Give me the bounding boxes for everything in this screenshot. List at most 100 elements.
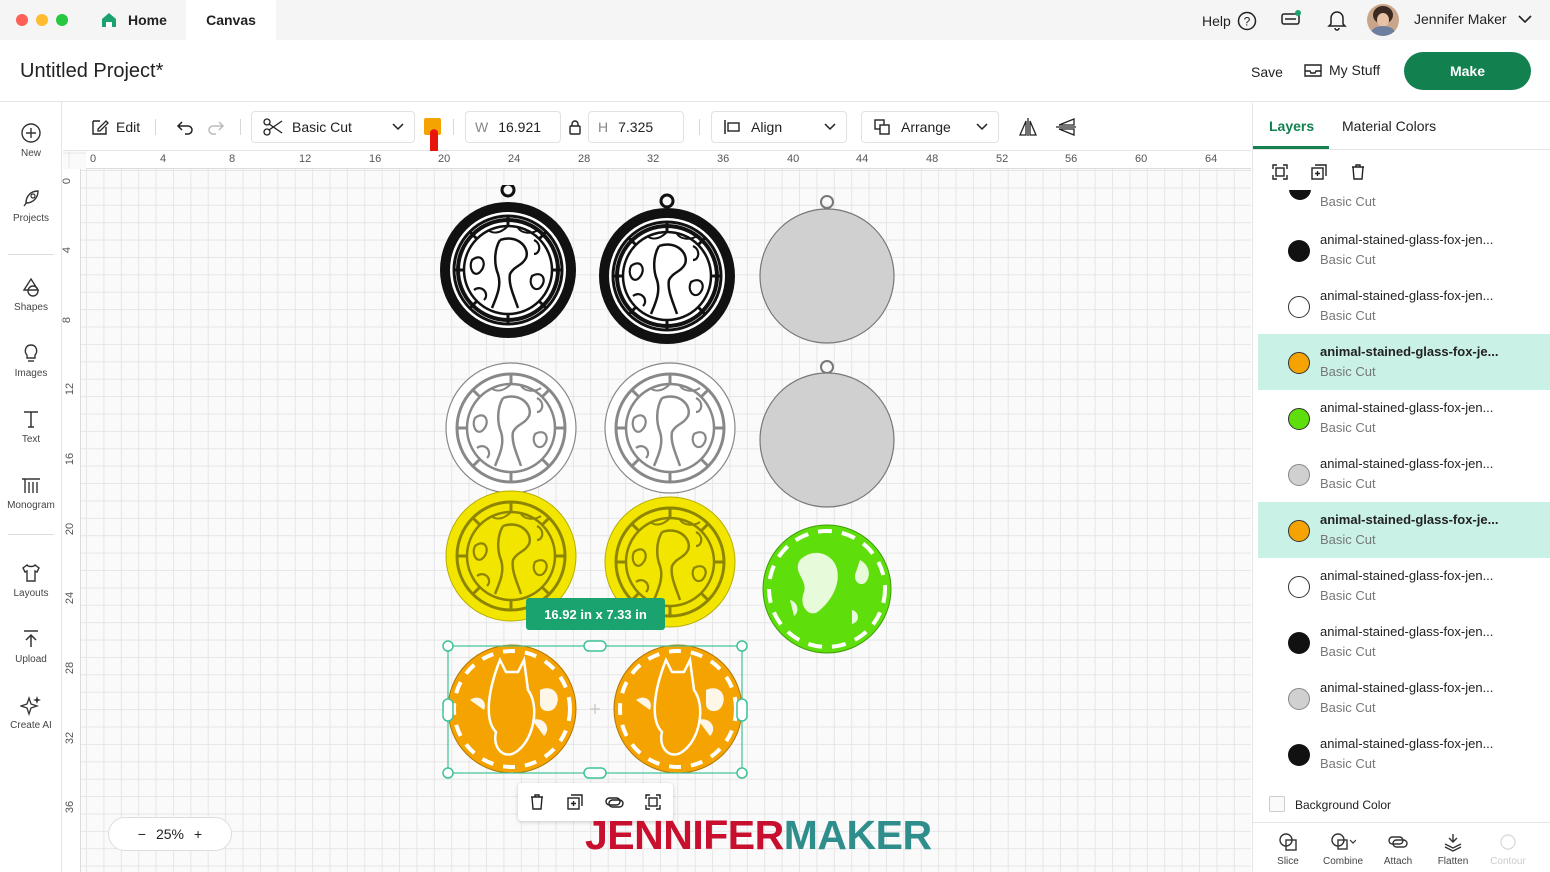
list-item[interactable]: animal-stained-glass-fox-jen... Basic Cut: [1258, 390, 1550, 446]
slice-icon: [1279, 833, 1297, 851]
ruler-tick-label: 44: [856, 153, 869, 165]
layer-thumbnail: [1288, 576, 1310, 598]
list-item[interactable]: animal-stained-glass-fox-je... Basic Cut: [1258, 502, 1550, 558]
ruler-tick-label: 20: [438, 153, 451, 165]
flip-vertical-icon[interactable]: [1055, 117, 1077, 137]
attach-button[interactable]: Attach: [1373, 832, 1423, 867]
sidebar-item-text[interactable]: Text: [0, 408, 62, 445]
list-item[interactable]: animal-stained-glass-fox-jen... Basic Cut: [1258, 222, 1550, 278]
layer-name: animal-stained-glass-fox-je...: [1320, 344, 1499, 359]
undo-icon[interactable]: [175, 117, 195, 137]
close-window-button[interactable]: [16, 14, 28, 26]
operation-select[interactable]: Basic Cut: [251, 111, 415, 143]
tab-home[interactable]: Home: [86, 0, 186, 40]
tab-canvas[interactable]: Canvas: [186, 0, 276, 40]
maximize-window-button[interactable]: [56, 14, 68, 26]
layer-sub: Basic Cut: [1320, 194, 1376, 209]
machine-icon[interactable]: [1280, 9, 1302, 29]
contour-button[interactable]: Contour: [1483, 832, 1533, 867]
tab-layers[interactable]: Layers: [1269, 118, 1314, 134]
list-item[interactable]: animal-stained-glass-fox-je... Basic Cut: [1258, 334, 1550, 390]
ornament-black-1[interactable]: [440, 185, 576, 338]
layer-thumbnail: [1288, 240, 1310, 262]
list-item[interactable]: animal-stained-glass-fox-jen... Basic Cut: [1258, 558, 1550, 614]
list-item[interactable]: animal-stained-glass-fox-jen... Basic Cut: [1258, 278, 1550, 334]
layer-thumbnail: [1288, 352, 1310, 374]
width-field[interactable]: W 16.921: [465, 111, 561, 143]
flip-horizontal-icon[interactable]: [1017, 117, 1039, 137]
ornament-orange-2[interactable]: [613, 644, 743, 774]
redo-icon[interactable]: [206, 117, 226, 137]
sidebar-item-create-ai[interactable]: Create AI: [0, 694, 62, 731]
ruler-tick-label: 20: [64, 522, 77, 536]
list-item[interactable]: animal-stained-glass-fox-jen... Basic Cut: [1258, 670, 1550, 726]
lock-icon[interactable]: [568, 119, 582, 135]
ornament-orange-1[interactable]: [447, 644, 577, 774]
ruler-tick-label: 8: [61, 316, 74, 324]
zoom-level: 25%: [155, 826, 185, 842]
project-header: Untitled Project* Save My Stuff Make: [0, 40, 1550, 102]
background-color-swatch[interactable]: [1269, 796, 1285, 812]
ruler-tick-label: 24: [64, 591, 77, 605]
flatten-button[interactable]: Flatten: [1428, 832, 1478, 867]
ruler-tick-label: 48: [926, 153, 939, 165]
list-item[interactable]: animal-stained-glass-fox-jen... Basic Cut: [1258, 726, 1550, 782]
attach-icon[interactable]: [604, 793, 624, 811]
minimize-window-button[interactable]: [36, 14, 48, 26]
zoom-out-button[interactable]: −: [138, 826, 146, 842]
list-item[interactable]: animal-stained-glass-fox-jen... Basic Cut: [1258, 446, 1550, 502]
user-menu[interactable]: Jennifer Maker: [1414, 11, 1533, 27]
trash-icon[interactable]: [1349, 163, 1367, 181]
save-button[interactable]: Save: [1251, 64, 1283, 80]
avatar[interactable]: [1367, 4, 1399, 36]
sidebar-item-monogram[interactable]: Monogram: [0, 474, 62, 511]
height-field[interactable]: H 7.325: [588, 111, 684, 143]
ornament-gray-1[interactable]: [759, 195, 895, 344]
arrange-select[interactable]: Arrange: [861, 111, 999, 143]
sidebar-item-images[interactable]: Images: [0, 342, 62, 379]
duplicate-icon[interactable]: [1310, 163, 1328, 181]
layer-thumbnail: [1288, 632, 1310, 654]
flatten-label: Flatten: [1437, 856, 1469, 867]
sidebar-item-label: Images: [14, 368, 48, 379]
edit-button[interactable]: Edit: [90, 117, 140, 137]
slice-button[interactable]: Slice: [1263, 832, 1313, 867]
ornament-white-1[interactable]: [445, 362, 577, 494]
ornament-gray-2[interactable]: [759, 360, 895, 508]
ornament-white-2[interactable]: [604, 362, 736, 494]
zoom-in-button[interactable]: +: [194, 826, 202, 842]
my-stuff-button[interactable]: My Stuff: [1303, 62, 1380, 78]
ruler-tick-label: 0: [90, 153, 97, 165]
trash-icon[interactable]: [528, 793, 546, 811]
combine-button[interactable]: Combine: [1318, 832, 1368, 867]
scissors-icon: [263, 118, 283, 136]
group-icon[interactable]: [644, 793, 662, 811]
duplicate-icon[interactable]: [566, 793, 584, 811]
group-icon[interactable]: [1271, 163, 1289, 181]
ruler-tick-label: 32: [64, 731, 77, 745]
layer-sub: Basic Cut: [1320, 476, 1376, 491]
ornament-black-2[interactable]: [599, 193, 735, 344]
sidebar-item-layouts[interactable]: Layouts: [0, 562, 62, 599]
ruler-tick-label: 24: [508, 153, 521, 165]
chevron-down-icon: [824, 123, 836, 131]
sidebar-item-shapes[interactable]: Shapes: [0, 276, 62, 313]
make-button[interactable]: Make: [1404, 52, 1531, 90]
sidebar-item-upload[interactable]: Upload: [0, 628, 62, 665]
layer-sub: Basic Cut: [1320, 532, 1376, 547]
tab-material-colors[interactable]: Material Colors: [1342, 118, 1436, 134]
ornament-green[interactable]: [762, 524, 892, 654]
slice-label: Slice: [1277, 856, 1299, 867]
size-badge-text: 16.92 in x 7.33 in: [544, 606, 647, 622]
help-button[interactable]: Help ?: [1202, 11, 1257, 31]
list-item-partial[interactable]: Basic Cut: [1253, 190, 1550, 210]
layer-name: animal-stained-glass-fox-je...: [1320, 512, 1499, 527]
align-select[interactable]: Align: [711, 111, 847, 143]
sidebar-item-projects[interactable]: Projects: [0, 187, 62, 224]
bell-icon[interactable]: [1327, 9, 1347, 31]
chevron-down-icon: [1518, 15, 1532, 24]
sidebar-item-new[interactable]: New: [0, 122, 62, 159]
ruler-tick-label: 32: [647, 153, 660, 165]
list-item[interactable]: animal-stained-glass-fox-jen... Basic Cut: [1258, 614, 1550, 670]
ruler-top: 0 4 8 12 16 20 24 28 32 36 40 44 48 52 5…: [86, 151, 1251, 169]
